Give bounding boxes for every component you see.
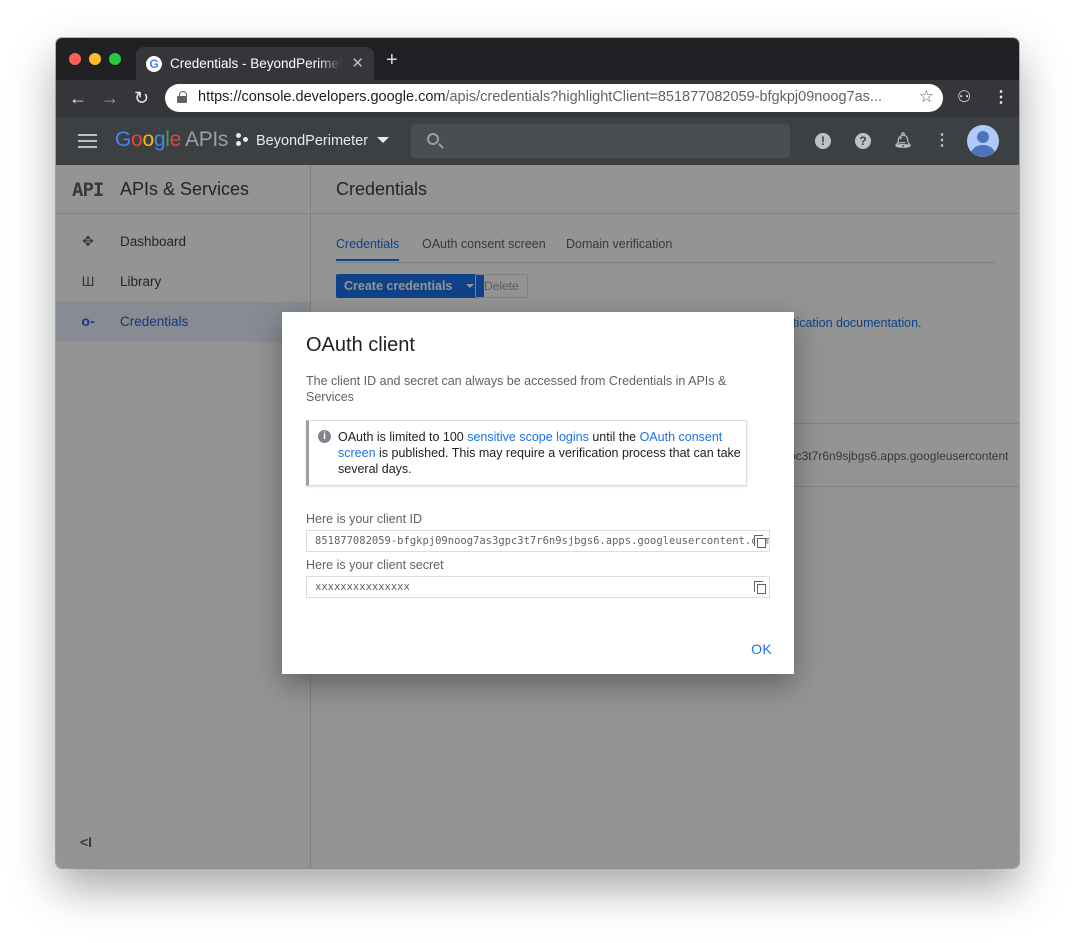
feedback-icon[interactable]: ! <box>815 133 831 149</box>
info-text: OAuth is limited to 100 sensitive scope … <box>338 430 741 476</box>
new-tab-icon[interactable]: + <box>386 50 398 70</box>
notifications-bell-icon[interactable]: 🔔︎ <box>893 131 913 151</box>
dialog-title: OAuth client <box>306 334 415 356</box>
client-secret-label: Here is your client secret <box>306 558 444 572</box>
google-favicon-icon: G <box>146 56 162 72</box>
minimize-window-button[interactable] <box>89 53 101 65</box>
help-icon[interactable]: ? <box>855 133 871 149</box>
project-name: BeyondPerimeter <box>256 133 369 149</box>
google-wordmark: Google <box>115 128 181 151</box>
project-selector[interactable]: BeyondPerimeter <box>236 133 390 149</box>
console-header: Google APIs BeyondPerimeter ! ? 🔔︎ ⋮ <box>56 117 1019 165</box>
browser-tab[interactable]: G Credentials - BeyondPerimeter ✕ <box>136 47 374 80</box>
dialog-description: The client ID and secret can always be a… <box>306 374 727 404</box>
chevron-down-icon <box>377 137 390 143</box>
maximize-window-button[interactable] <box>109 53 121 65</box>
client-secret-field[interactable]: xxxxxxxxxxxxxxx <box>306 576 770 598</box>
avatar[interactable] <box>967 125 999 157</box>
client-id-field[interactable]: 851877082059-bfgkpj09noog7as3gpc3t7r6n9s… <box>306 530 770 552</box>
client-id-label: Here is your client ID <box>306 512 423 526</box>
sensitive-scope-logins-link[interactable]: sensitive scope logins <box>467 430 589 444</box>
incognito-icon[interactable]: ⚇ <box>957 88 971 108</box>
menu-icon[interactable] <box>78 134 97 148</box>
browser-window: G Credentials - BeyondPerimeter ✕ + ← → … <box>56 38 1019 868</box>
bookmark-star-icon[interactable]: ☆ <box>919 87 934 107</box>
back-icon[interactable]: ← <box>69 88 87 108</box>
copy-client-secret-icon[interactable] <box>754 581 766 594</box>
ok-button[interactable]: OK <box>751 641 772 657</box>
oauth-client-dialog: OAuth client The client ID and secret ca… <box>282 312 794 674</box>
search-icon <box>427 133 439 145</box>
copy-client-id-icon[interactable] <box>754 535 766 548</box>
forward-icon[interactable]: → <box>101 88 119 108</box>
info-icon: i <box>318 430 331 443</box>
address-bar[interactable]: https://console.developers.google.com/ap… <box>165 84 943 112</box>
client-secret-value[interactable]: xxxxxxxxxxxxxxx <box>315 581 410 593</box>
project-icon <box>236 133 250 147</box>
close-window-button[interactable] <box>69 53 81 65</box>
tab-strip: G Credentials - BeyondPerimeter ✕ + <box>56 38 1019 80</box>
close-tab-icon[interactable]: ✕ <box>351 54 364 72</box>
url-text: https://console.developers.google.com/ap… <box>198 89 883 105</box>
lock-icon <box>177 91 187 104</box>
search-bar[interactable] <box>411 124 790 158</box>
browser-toolbar: ← → ↻ https://console.developers.google.… <box>56 80 1019 117</box>
more-options-icon[interactable]: ⋮ <box>932 131 952 151</box>
browser-menu-icon[interactable]: ⋮ <box>993 88 1009 108</box>
google-apis-logo[interactable]: Google APIs <box>115 128 228 152</box>
client-id-value[interactable]: 851877082059-bfgkpj09noog7as3gpc3t7r6n9s… <box>315 535 769 547</box>
apis-wordmark: APIs <box>184 128 229 151</box>
tab-title: Credentials - BeyondPerimeter <box>170 56 342 71</box>
info-callout: i OAuth is limited to 100 sensitive scop… <box>306 420 747 486</box>
reload-icon[interactable]: ↻ <box>134 88 149 108</box>
